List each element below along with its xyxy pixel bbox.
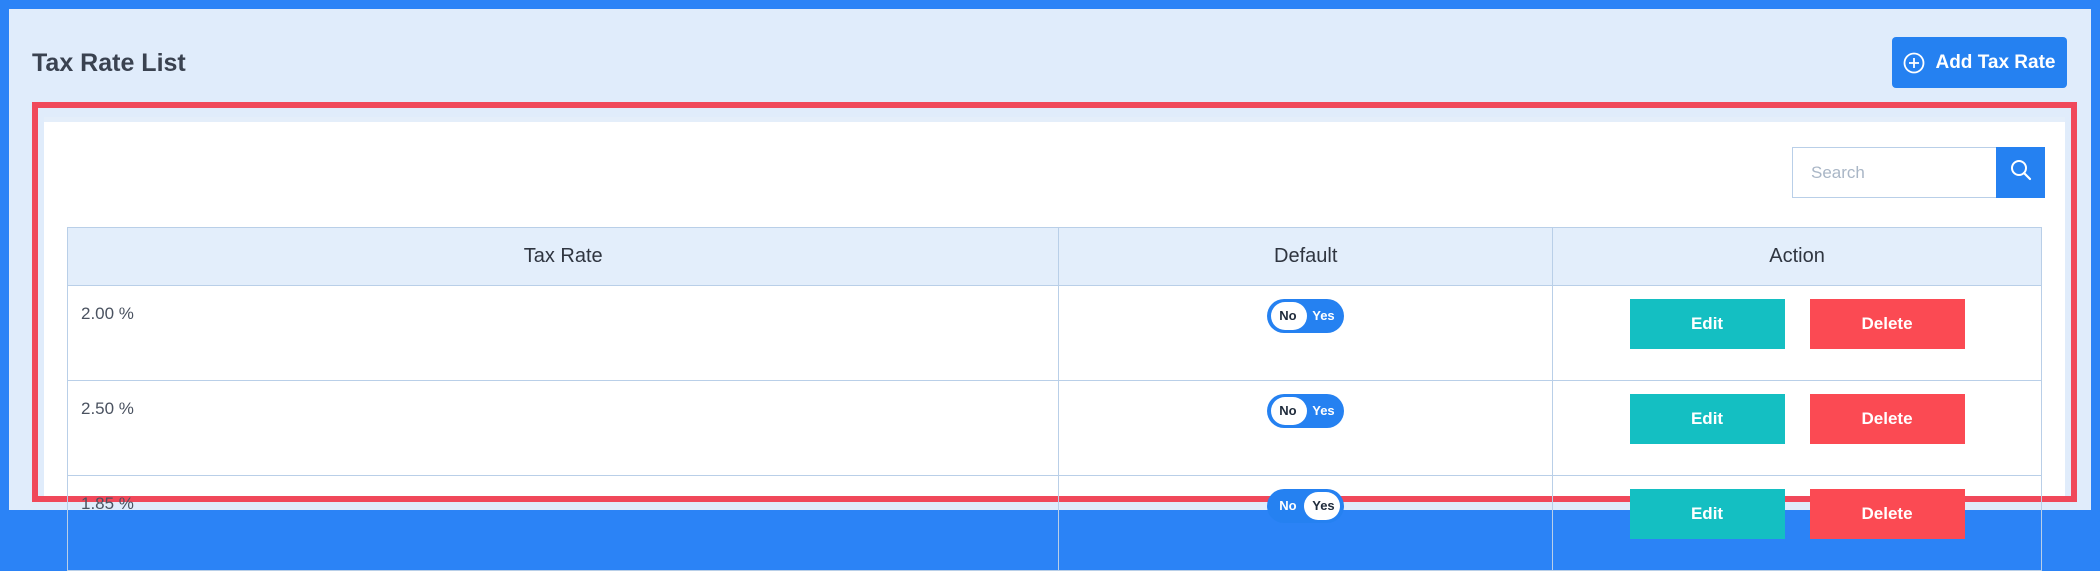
toggle-no-label: No bbox=[1279, 403, 1297, 418]
delete-button[interactable]: Delete bbox=[1809, 299, 1965, 349]
page-title: Tax Rate List bbox=[32, 49, 186, 77]
toggle-yes-label: Yes bbox=[1312, 403, 1335, 418]
default-toggle[interactable]: No Yes bbox=[1267, 489, 1345, 523]
tax-rate-cell: 1.85 % bbox=[66, 475, 1060, 571]
tax-rate-table: Tax Rate Default Action 2.00 % No Yes Ed… bbox=[66, 227, 2042, 571]
toggle-yes-label: Yes bbox=[1312, 498, 1335, 513]
search-button[interactable] bbox=[1996, 147, 2045, 198]
default-toggle[interactable]: No Yes bbox=[1267, 299, 1345, 333]
table-row: 2.00 % No Yes Edit Delete bbox=[66, 285, 2042, 381]
column-header-default: Default bbox=[1058, 227, 1554, 286]
action-cell: Edit Delete bbox=[1552, 475, 2042, 571]
toggle-no-label: No bbox=[1279, 308, 1297, 323]
search-icon bbox=[2010, 159, 2032, 186]
default-cell: No Yes bbox=[1058, 285, 1554, 381]
delete-button[interactable]: Delete bbox=[1809, 394, 1965, 444]
tax-rate-card: Tax Rate Default Action 2.00 % No Yes bbox=[44, 117, 2065, 571]
default-toggle[interactable]: No Yes bbox=[1267, 394, 1345, 428]
tax-rate-cell: 2.00 % bbox=[66, 285, 1060, 381]
table-row: 1.85 % No Yes Edit Delete bbox=[66, 475, 2042, 571]
table-header-row: Tax Rate Default Action bbox=[66, 227, 2042, 286]
default-cell: No Yes bbox=[1058, 380, 1554, 476]
add-tax-rate-label: Add Tax Rate bbox=[1935, 51, 2056, 73]
tax-rate-cell: 2.50 % bbox=[66, 380, 1060, 476]
action-cell: Edit Delete bbox=[1552, 285, 2042, 381]
search-input[interactable] bbox=[1792, 147, 1996, 198]
edit-button[interactable]: Edit bbox=[1629, 489, 1785, 539]
search-bar bbox=[1792, 147, 2045, 198]
main-panel: Tax Rate List Add Tax Rate Search Tax Ra… bbox=[9, 9, 2091, 571]
add-tax-rate-button[interactable]: Add Tax Rate bbox=[1892, 37, 2067, 88]
edit-button[interactable]: Edit bbox=[1629, 394, 1785, 444]
toggle-yes-label: Yes bbox=[1312, 308, 1335, 323]
default-cell: No Yes bbox=[1058, 475, 1554, 571]
table-row: 2.50 % No Yes Edit Delete bbox=[66, 380, 2042, 476]
toggle-no-label: No bbox=[1279, 498, 1297, 513]
action-cell: Edit Delete bbox=[1552, 380, 2042, 476]
column-header-tax-rate: Tax Rate bbox=[66, 227, 1060, 286]
highlight-box: Tax Rate Default Action 2.00 % No Yes bbox=[32, 102, 2077, 571]
column-header-action: Action bbox=[1552, 227, 2042, 286]
plus-circle-icon bbox=[1903, 52, 1925, 74]
delete-button[interactable]: Delete bbox=[1809, 489, 1965, 539]
edit-button[interactable]: Edit bbox=[1629, 299, 1785, 349]
